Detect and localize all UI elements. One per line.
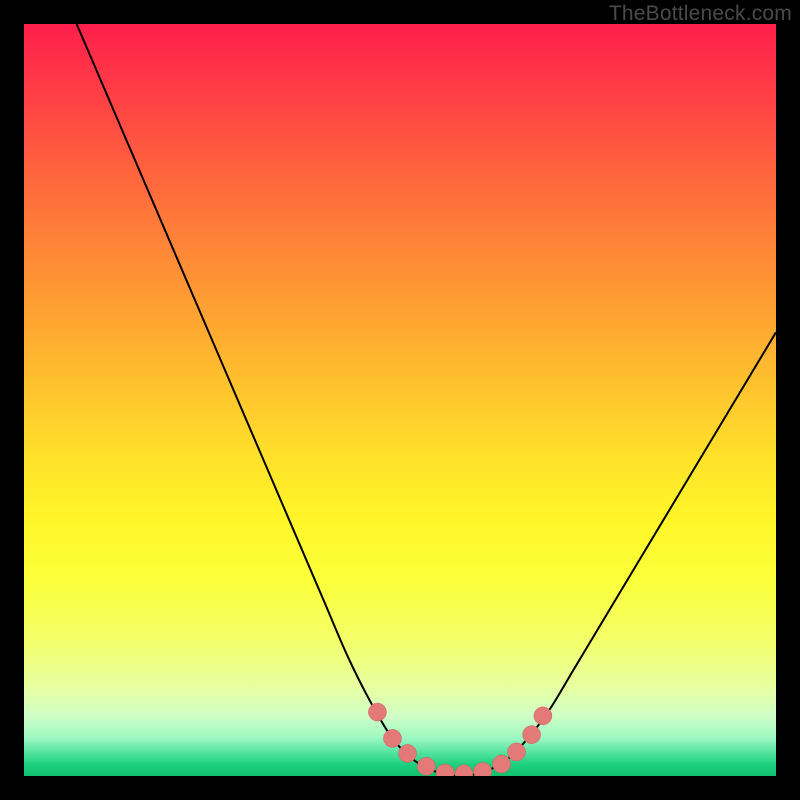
chart-frame: TheBottleneck.com: [0, 0, 800, 800]
curve-marker: [474, 762, 492, 776]
curve-marker: [417, 757, 435, 775]
curve-marker: [534, 707, 552, 725]
curve-marker: [493, 755, 511, 773]
curve-marker: [399, 744, 417, 762]
curve-marker: [383, 729, 401, 747]
bottleneck-curve-svg: [24, 24, 776, 776]
curve-marker: [368, 703, 386, 721]
curve-marker: [523, 726, 541, 744]
plot-area: [24, 24, 776, 776]
curve-marker: [455, 765, 473, 776]
curve-marker: [436, 764, 454, 776]
watermark-text: TheBottleneck.com: [609, 2, 792, 26]
curve-marker: [508, 743, 526, 761]
bottleneck-curve: [77, 24, 776, 776]
